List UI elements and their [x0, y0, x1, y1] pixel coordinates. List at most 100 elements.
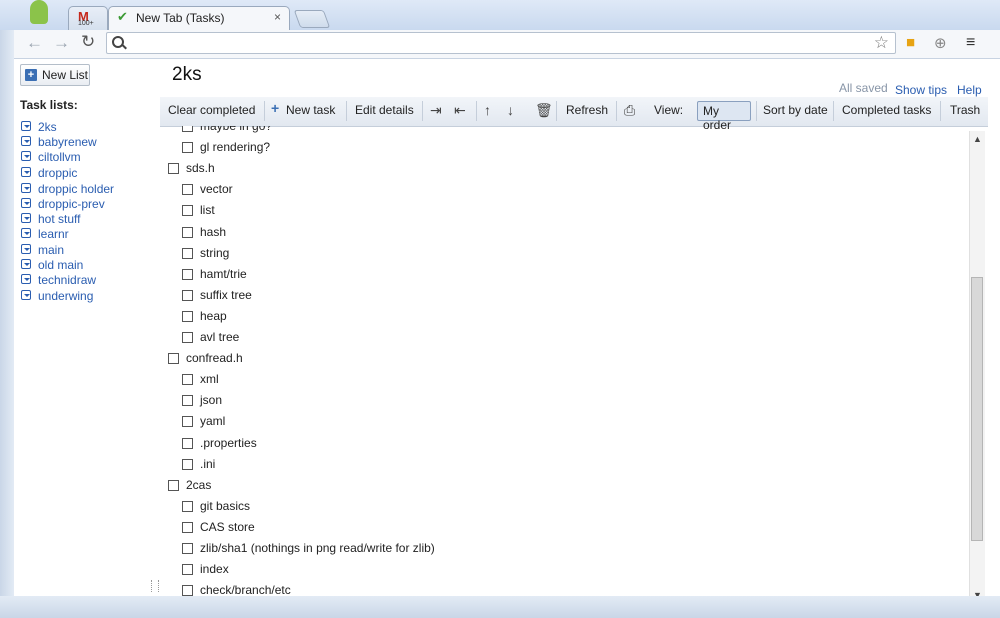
- task-checkbox[interactable]: [182, 142, 193, 154]
- divider: [833, 101, 834, 121]
- divider: [940, 101, 941, 121]
- window-frame-left: [0, 30, 14, 596]
- dropdown-icon[interactable]: [21, 244, 31, 254]
- task-title[interactable]: check/branch/etc: [200, 583, 291, 596]
- task-title[interactable]: hamt/trie: [200, 267, 247, 281]
- task-checkbox[interactable]: [182, 521, 193, 533]
- show-tips-link[interactable]: Show tips: [895, 83, 947, 97]
- address-bar[interactable]: ☆: [106, 32, 896, 54]
- task-title[interactable]: maybe in go?: [200, 126, 272, 133]
- move-up-icon[interactable]: ↑: [484, 102, 491, 118]
- reload-icon[interactable]: ↻: [81, 32, 95, 52]
- new-task-button[interactable]: New task: [286, 103, 335, 117]
- refresh-button[interactable]: Refresh: [566, 103, 608, 117]
- task-checkbox[interactable]: [182, 437, 193, 449]
- task-title[interactable]: hash: [200, 225, 226, 239]
- task-checkbox[interactable]: [182, 126, 193, 132]
- dropdown-icon[interactable]: [21, 228, 31, 238]
- download-extension-icon[interactable]: ⊕: [934, 34, 947, 52]
- task-checkbox[interactable]: [182, 395, 193, 407]
- dropdown-icon[interactable]: [21, 136, 31, 146]
- dropdown-icon[interactable]: [21, 290, 31, 300]
- task-checkbox[interactable]: [182, 310, 193, 322]
- indent-icon[interactable]: ⇥: [430, 102, 442, 119]
- task-title[interactable]: suffix tree: [200, 288, 252, 302]
- task-title[interactable]: yaml: [200, 414, 225, 428]
- view-my-order-button[interactable]: My order: [697, 101, 751, 132]
- task-title[interactable]: vector: [200, 182, 233, 196]
- task-checkbox[interactable]: [182, 332, 193, 343]
- resize-handle[interactable]: [151, 580, 159, 592]
- task-checkbox[interactable]: [182, 416, 193, 428]
- back-icon[interactable]: ←: [26, 33, 43, 53]
- task-checkbox[interactable]: [182, 500, 193, 512]
- menu-icon[interactable]: ≡: [966, 34, 975, 52]
- task-title[interactable]: .ini: [200, 457, 215, 471]
- task-title[interactable]: list: [200, 203, 215, 217]
- edit-details-button[interactable]: Edit details: [355, 103, 414, 117]
- plus-icon: +: [25, 69, 37, 81]
- browser-titlebar: M 100+ ✔ New Tab (Tasks) ×: [0, 0, 1000, 30]
- task-checkbox[interactable]: [168, 163, 179, 175]
- dropdown-icon[interactable]: [21, 259, 31, 269]
- task-checkbox[interactable]: [182, 289, 193, 301]
- forward-icon[interactable]: →: [53, 33, 70, 53]
- completed-tasks-button[interactable]: Completed tasks: [842, 103, 931, 117]
- task-title[interactable]: gl rendering?: [200, 140, 270, 154]
- move-down-icon[interactable]: ↓: [507, 102, 514, 118]
- task-title[interactable]: sds.h: [186, 161, 215, 175]
- task-title[interactable]: heap: [200, 309, 227, 323]
- new-tab-button[interactable]: [293, 10, 331, 28]
- task-title[interactable]: 2cas: [186, 478, 211, 492]
- task-title[interactable]: zlib/sha1 (nothings in png read/write fo…: [200, 541, 435, 555]
- task-title[interactable]: json: [200, 393, 222, 407]
- dropdown-icon[interactable]: [21, 213, 31, 223]
- task-checkbox[interactable]: [182, 247, 193, 259]
- dropdown-icon[interactable]: [21, 274, 31, 284]
- task-title[interactable]: index: [200, 562, 229, 576]
- task-title[interactable]: xml: [200, 372, 219, 386]
- lock-extension-icon[interactable]: ■: [906, 34, 915, 51]
- task-title[interactable]: CAS store: [200, 520, 255, 534]
- dropdown-icon[interactable]: [21, 183, 31, 193]
- divider: [616, 101, 617, 121]
- task-title[interactable]: string: [200, 246, 229, 260]
- close-icon[interactable]: ×: [274, 10, 281, 24]
- help-link[interactable]: Help: [957, 83, 982, 97]
- print-icon[interactable]: ⎙: [624, 102, 635, 119]
- check-icon: ✔: [117, 9, 128, 24]
- task-checkbox[interactable]: [182, 564, 193, 576]
- task-checkbox[interactable]: [182, 374, 193, 386]
- divider: [476, 101, 477, 121]
- task-checkbox[interactable]: [182, 458, 193, 470]
- dropdown-icon[interactable]: [21, 151, 31, 161]
- tab-new-tab-tasks[interactable]: ✔ New Tab (Tasks) ×: [108, 6, 290, 30]
- scrollbar-thumb[interactable]: [971, 277, 983, 541]
- task-title[interactable]: avl tree: [200, 330, 239, 344]
- plus-icon[interactable]: +: [271, 100, 279, 116]
- task-title[interactable]: git basics: [200, 499, 250, 513]
- trash-icon[interactable]: 🗑: [535, 102, 553, 119]
- task-checkbox[interactable]: [182, 184, 193, 196]
- clear-completed-button[interactable]: Clear completed: [168, 103, 255, 117]
- new-list-button[interactable]: + New List: [20, 64, 90, 86]
- dropdown-icon[interactable]: [21, 167, 31, 177]
- task-checkbox[interactable]: [182, 268, 193, 280]
- scrollbar[interactable]: ▲ ▼: [969, 131, 985, 603]
- star-icon[interactable]: ☆: [874, 33, 889, 53]
- tab-gmail[interactable]: M 100+: [68, 6, 108, 30]
- task-title[interactable]: .properties: [200, 436, 257, 450]
- trash-button[interactable]: Trash: [950, 103, 980, 117]
- task-title[interactable]: confread.h: [186, 351, 243, 365]
- outdent-icon[interactable]: ⇤: [454, 102, 466, 119]
- task-checkbox[interactable]: [168, 353, 179, 365]
- task-checkbox[interactable]: [182, 543, 193, 554]
- task-checkbox[interactable]: [182, 226, 193, 238]
- task-checkbox[interactable]: [168, 479, 179, 491]
- task-checkbox[interactable]: [182, 585, 193, 596]
- sort-by-date-button[interactable]: Sort by date: [763, 103, 828, 117]
- dropdown-icon[interactable]: [21, 198, 31, 208]
- scroll-up-icon[interactable]: ▲: [973, 134, 982, 144]
- task-checkbox[interactable]: [182, 205, 193, 217]
- dropdown-icon[interactable]: [21, 121, 31, 131]
